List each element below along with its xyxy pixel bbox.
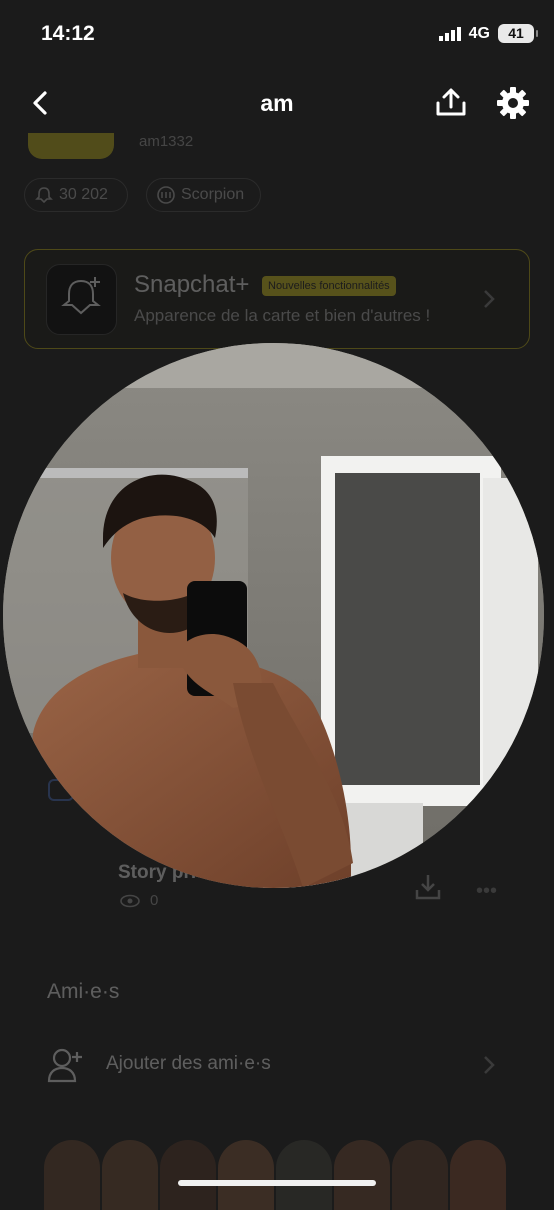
share-icon (436, 88, 466, 116)
battery-icon: 41 (498, 24, 538, 43)
eye-icon (120, 894, 140, 907)
add-friends-button[interactable]: Ajouter des ami·e·s (106, 1053, 271, 1075)
username: am1332 (139, 133, 194, 150)
ghost-plus-icon (61, 277, 101, 315)
scorpio-icon (157, 186, 175, 204)
status-indicators: 4G 41 (438, 24, 538, 43)
snap-score: 30 202 (59, 186, 108, 203)
more-options-icon[interactable]: ••• (476, 880, 497, 903)
page-title: am (260, 90, 294, 116)
snapchat-plus-subtitle: Apparence de la carte et bien d'autres ! (134, 306, 431, 325)
share-button[interactable] (434, 87, 468, 124)
download-button[interactable] (414, 872, 442, 907)
profile-photo-enlarged[interactable] (3, 343, 544, 888)
signal-icon (438, 26, 461, 41)
snapchat-plus-title: Snapchat+ (134, 271, 250, 298)
bitmoji-banner (28, 133, 114, 159)
download-icon (415, 875, 441, 900)
network-label: 4G (468, 24, 490, 42)
gear-icon (497, 87, 529, 119)
chevron-right-icon (482, 1054, 496, 1081)
chevron-right-icon (482, 288, 496, 315)
status-time: 14:12 (41, 22, 95, 45)
snap-score-pill[interactable]: 30 202 (24, 178, 128, 212)
profile-photo (3, 343, 544, 888)
friends-heading: Ami·e·s (47, 980, 120, 1003)
add-friend-icon (46, 1047, 84, 1088)
story-view-count: 0 (150, 892, 159, 909)
new-features-badge: Nouvelles fonctionnalités (262, 276, 396, 296)
zodiac-pill[interactable]: Scorpion (146, 178, 261, 212)
zodiac-label: Scorpion (181, 186, 245, 203)
snapchat-plus-icon (46, 264, 117, 335)
ghost-icon (35, 187, 53, 204)
home-indicator (178, 1180, 376, 1186)
story-views: 0 (120, 892, 158, 909)
settings-button[interactable] (496, 86, 530, 125)
